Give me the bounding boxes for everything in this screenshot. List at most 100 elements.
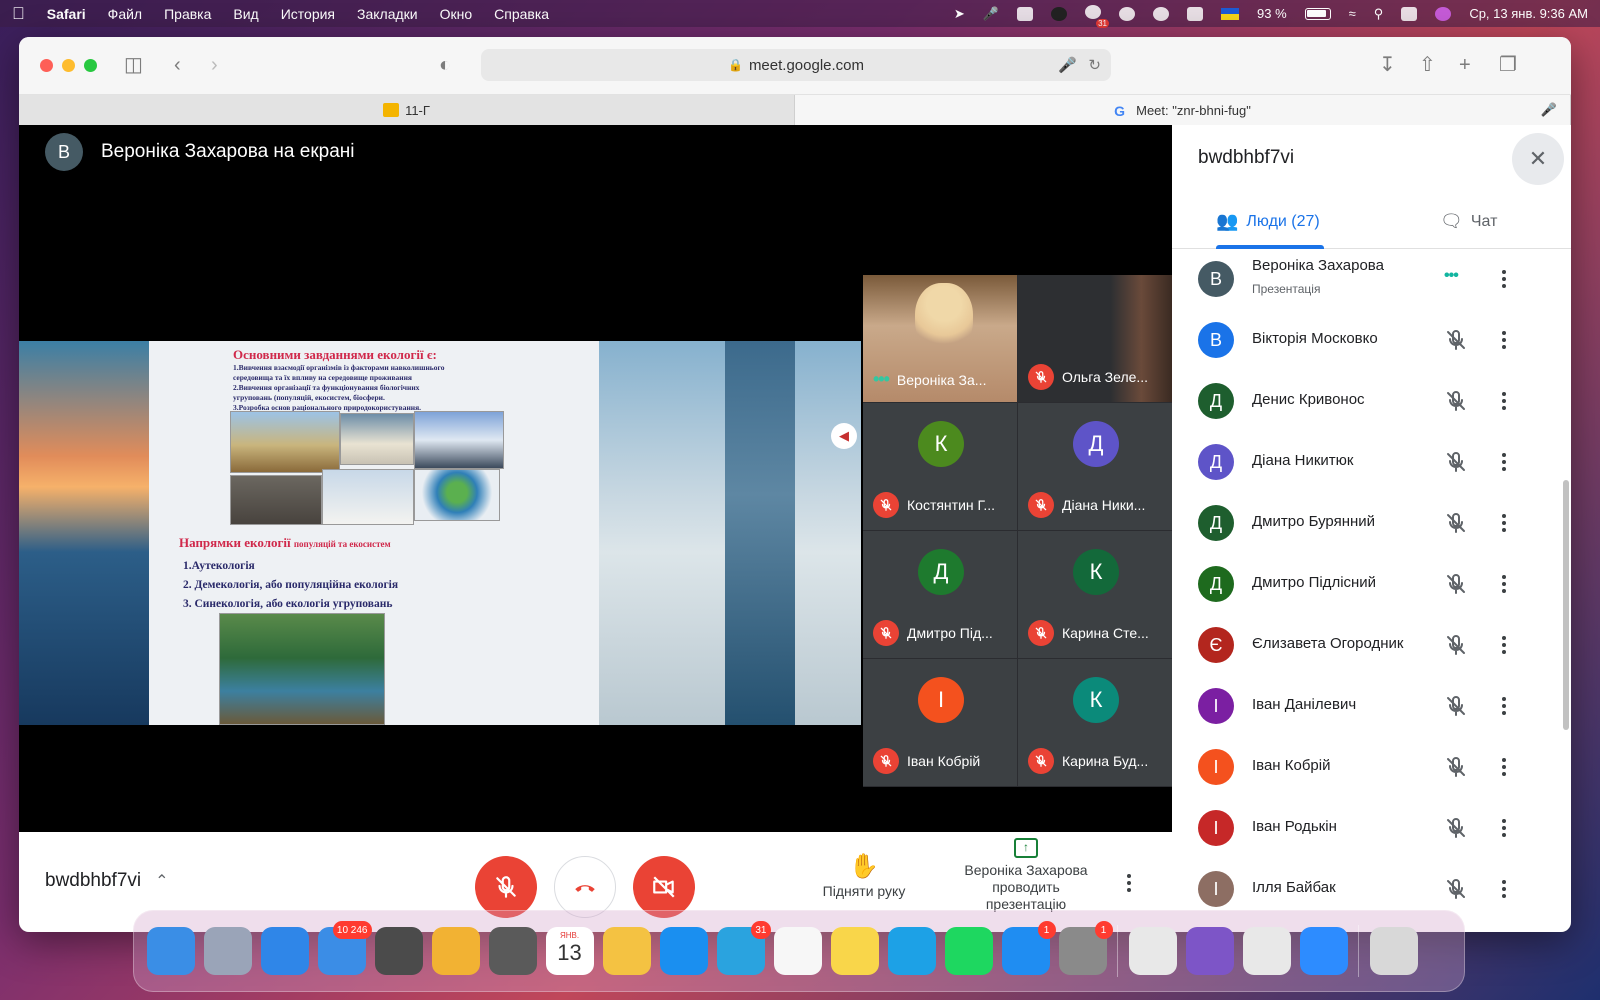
panel-scrollbar[interactable] <box>1563 480 1569 730</box>
participant-row[interactable]: І Іван Кобрій <box>1172 737 1571 798</box>
tab-overview-icon[interactable]: ❐ <box>1499 53 1517 77</box>
menu-app-name[interactable]: Safari <box>47 6 86 22</box>
close-panel-button[interactable]: ✕ <box>1512 133 1564 185</box>
checklist-status-icon[interactable] <box>1153 6 1169 21</box>
status-app-icon[interactable] <box>1051 6 1067 21</box>
menu-edit[interactable]: Правка <box>164 6 211 22</box>
participant-row[interactable]: В Вероніка Захарова Презентація ••• <box>1172 249 1571 310</box>
battery-icon[interactable] <box>1304 7 1331 20</box>
address-bar[interactable]: 🔒 meet.google.com 🎤 ↻ <box>481 49 1111 81</box>
new-tab-icon[interactable]: + <box>1459 53 1471 77</box>
privacy-shield-icon[interactable]: ◐ <box>439 53 451 77</box>
skype-icon[interactable] <box>887 927 936 975</box>
participant-tile[interactable]: К Костянтин Г... <box>863 403 1017 530</box>
location-icon[interactable]: ➤ <box>954 6 965 22</box>
participant-more-button[interactable] <box>1492 387 1516 415</box>
calendar-status-icon[interactable]: 31 <box>1085 5 1109 28</box>
control-center-icon[interactable] <box>1401 6 1418 21</box>
apple-menu-icon[interactable]:  <box>12 4 25 24</box>
zoom-status-icon[interactable] <box>1017 6 1033 21</box>
appstore-icon[interactable]: 1 <box>1001 921 1056 975</box>
sidebar-toggle-icon[interactable]: ◫ <box>124 53 143 77</box>
more-options-button[interactable] <box>1119 868 1139 898</box>
safari-icon[interactable] <box>260 927 309 975</box>
participant-tile[interactable]: І Іван Кобрій <box>863 659 1017 786</box>
tab-people[interactable]: 👥 Люди (27) <box>1216 211 1320 232</box>
chevron-up-icon[interactable]: ⌃ <box>155 871 168 891</box>
participant-row[interactable]: І Іван Данілевич <box>1172 676 1571 737</box>
menu-bookmarks[interactable]: Закладки <box>357 6 418 22</box>
menu-window[interactable]: Окно <box>440 6 473 22</box>
participant-row[interactable]: Д Дмитро Бурянний <box>1172 493 1571 554</box>
tab-chat[interactable]: 🗨 Чат <box>1440 211 1497 232</box>
participant-row[interactable]: Д Діана Никитюк <box>1172 432 1571 493</box>
wifi-icon[interactable]: ≈ <box>1349 6 1356 21</box>
reminders-icon[interactable] <box>773 927 822 975</box>
participant-row[interactable]: Д Денис Кривонос <box>1172 371 1571 432</box>
reload-icon[interactable]: ↻ <box>1088 56 1101 74</box>
spotlight-search-icon[interactable]: ⚲ <box>1374 6 1384 22</box>
tab-meet[interactable]: G Meet: "znr-bhni-fug" 🎤 <box>795 95 1571 125</box>
meeting-details[interactable]: bwdbhbf7vi ⌃ <box>45 870 169 892</box>
screenshot-icon[interactable] <box>374 927 423 975</box>
close-window-button[interactable] <box>40 59 53 72</box>
participant-more-button[interactable] <box>1492 814 1516 842</box>
spotify-icon[interactable] <box>944 927 993 975</box>
participant-row[interactable]: В Вікторія Московко <box>1172 310 1571 371</box>
presentation-control-icon[interactable]: ◀ <box>831 423 857 449</box>
siri-icon[interactable] <box>1435 6 1452 21</box>
finder-icon[interactable] <box>146 927 195 975</box>
menu-view[interactable]: Вид <box>233 6 258 22</box>
raise-hand-button[interactable]: ✋ Підняти руку <box>799 852 929 899</box>
participant-tile[interactable]: Ольга Зеле... <box>1018 275 1172 402</box>
participant-row[interactable]: Д Дмитро Підлісний <box>1172 554 1571 615</box>
participant-more-button[interactable] <box>1492 631 1516 659</box>
launchpad-icon[interactable] <box>203 927 252 975</box>
system-preferences-icon[interactable]: 1 <box>1058 921 1113 975</box>
participant-more-button[interactable] <box>1492 570 1516 598</box>
participant-more-button[interactable] <box>1492 692 1516 720</box>
mail-icon[interactable]: 10 246 <box>317 921 372 975</box>
downloads-icon[interactable]: ↧ <box>1379 53 1396 77</box>
chrome-icon[interactable] <box>1128 927 1177 975</box>
microphone-in-use-icon[interactable]: 🎤 <box>1058 56 1077 74</box>
microsoft-office-icon[interactable] <box>1242 927 1291 975</box>
participant-tile[interactable]: ••• Вероніка За... <box>863 275 1017 402</box>
back-icon[interactable]: ‹ <box>174 53 181 77</box>
zoom-icon[interactable] <box>1299 927 1348 975</box>
participant-tile[interactable]: К Карина Сте... <box>1018 531 1172 658</box>
notes-icon[interactable] <box>830 927 879 975</box>
leave-call-button[interactable] <box>554 856 616 918</box>
participant-more-button[interactable] <box>1492 875 1516 903</box>
forward-icon[interactable]: › <box>211 53 218 77</box>
microphone-status-icon[interactable]: 🎤 <box>983 6 999 22</box>
camera-toggle-button[interactable] <box>633 856 695 918</box>
zoom-window-button[interactable] <box>84 59 97 72</box>
shazam-status-icon[interactable] <box>1119 6 1135 21</box>
ukraine-flag-icon[interactable] <box>1221 7 1239 20</box>
calendar-icon[interactable]: ЯНВ. 13 <box>545 927 594 975</box>
participant-tile[interactable]: Д Дмитро Під... <box>863 531 1017 658</box>
participant-more-button[interactable] <box>1492 448 1516 476</box>
participant-row[interactable]: І Іван Родькін <box>1172 798 1571 859</box>
participant-tile[interactable]: К Карина Буд... <box>1018 659 1172 786</box>
tab-classroom[interactable]: 11-Г <box>19 95 795 125</box>
calculator-icon[interactable] <box>488 927 537 975</box>
participant-more-button[interactable] <box>1492 265 1516 293</box>
clock[interactable]: Ср, 13 янв. 9:36 AM <box>1469 6 1588 21</box>
telegram-icon[interactable]: 31 <box>716 921 771 975</box>
participant-more-button[interactable] <box>1492 326 1516 354</box>
participant-more-button[interactable] <box>1492 509 1516 537</box>
participant-row[interactable]: Є Єлизавета Огородник <box>1172 615 1571 676</box>
menu-file[interactable]: Файл <box>108 6 142 22</box>
minimize-window-button[interactable] <box>62 59 75 72</box>
shazam-icon[interactable] <box>659 927 708 975</box>
participant-more-button[interactable] <box>1492 753 1516 781</box>
presentation-button[interactable]: ↑ Вероніка Захарова проводить презентаці… <box>951 838 1101 913</box>
menu-history[interactable]: История <box>281 6 335 22</box>
screen-mirroring-icon[interactable] <box>1187 6 1203 21</box>
trash-icon[interactable] <box>1369 927 1418 975</box>
microphone-toggle-button[interactable] <box>475 856 537 918</box>
tab-microphone-icon[interactable]: 🎤 <box>1541 102 1557 118</box>
photos-icon[interactable] <box>431 927 480 975</box>
